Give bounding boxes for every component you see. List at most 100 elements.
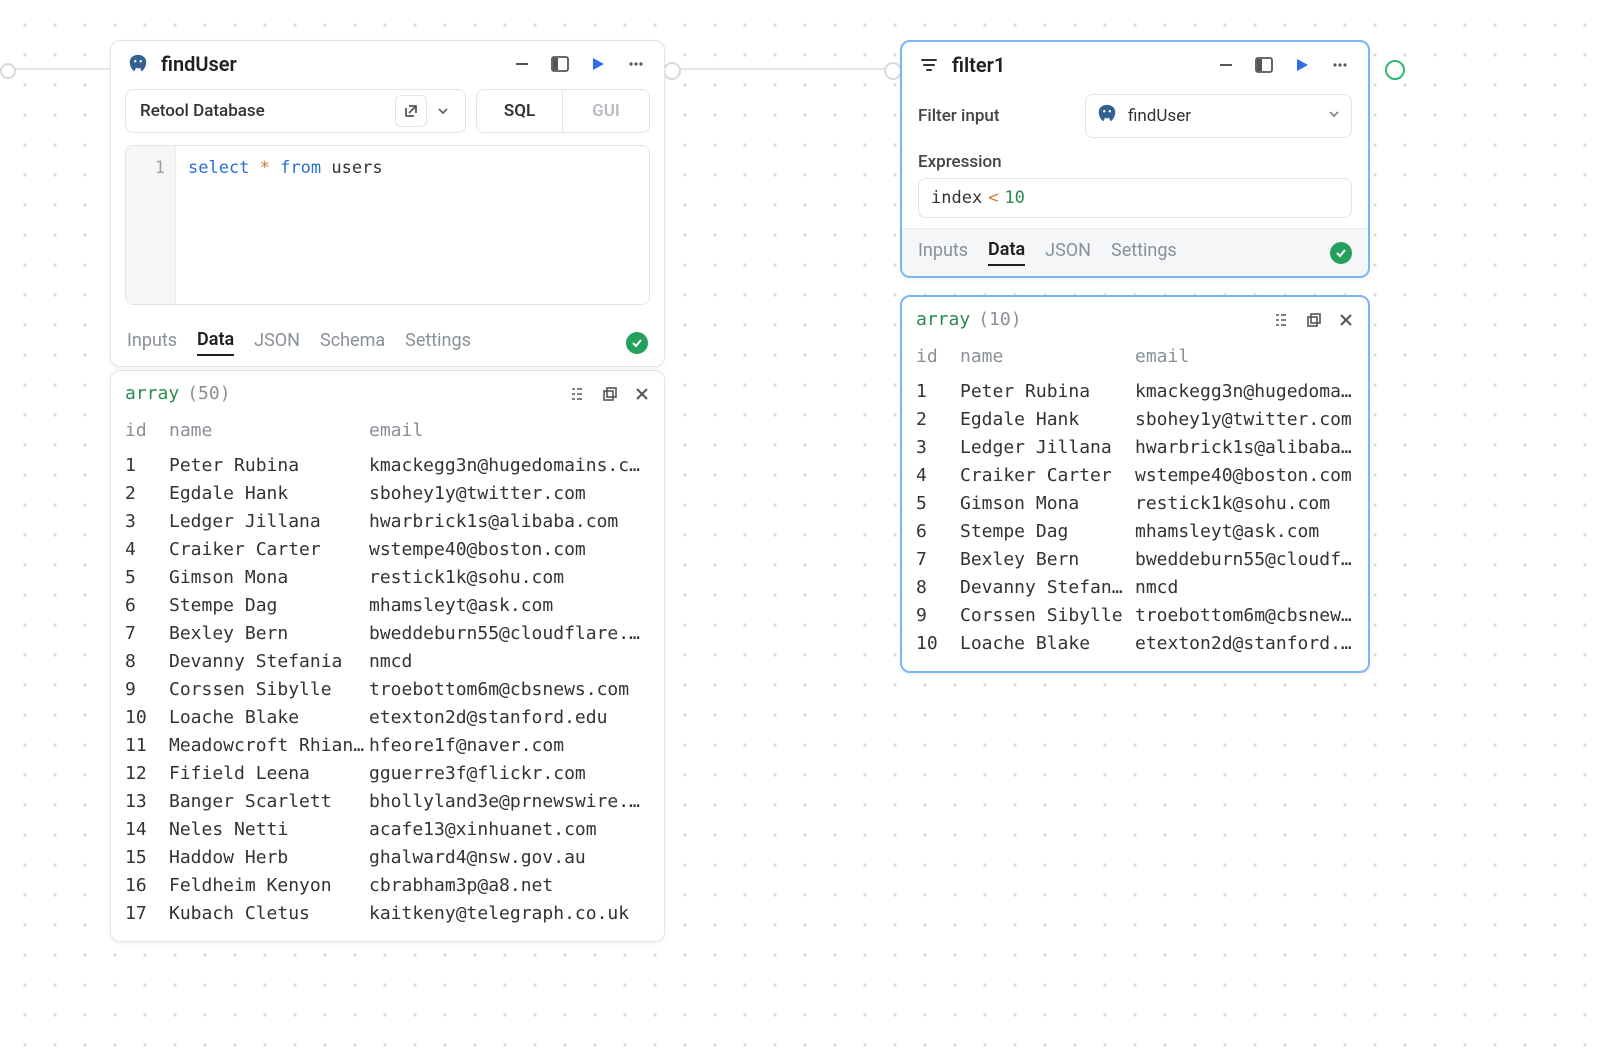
cell-name: Bexley Bern: [960, 549, 1135, 570]
tree-view-icon[interactable]: [568, 385, 586, 403]
node-findUser[interactable]: findUser Retool Database SQL GUI 1 selec…: [110, 40, 665, 367]
table-row[interactable]: 3Ledger Jillanahwarbrick1s@alibaba.c: [916, 433, 1354, 461]
cell-name: Meadowcroft Rhian…: [169, 735, 369, 756]
table-row[interactable]: 3Ledger Jillanahwarbrick1s@alibaba.com: [125, 507, 650, 535]
cell-email: kmackegg3n@hugedomain: [1135, 381, 1354, 402]
table-row[interactable]: 4Craiker Carterwstempe40@boston.com: [125, 535, 650, 563]
cell-email: hwarbrick1s@alibaba.com: [369, 511, 650, 532]
cell-name: Neles Netti: [169, 819, 369, 840]
tab-data[interactable]: Data: [988, 239, 1025, 266]
tab-settings[interactable]: Settings: [1111, 240, 1177, 265]
cell-id: 4: [125, 539, 169, 560]
table-row[interactable]: 1Peter Rubinakmackegg3n@hugedomains.c…: [125, 451, 650, 479]
result-tabs: Inputs Data JSON Settings: [902, 228, 1368, 276]
resource-name: Retool Database: [140, 101, 265, 121]
table-row[interactable]: 9Corssen Sibylletroebottom6m@cbsnews.: [916, 601, 1354, 629]
table-row[interactable]: 7Bexley Bernbweddeburn55@cloudflare.…: [125, 619, 650, 647]
table-row[interactable]: 17Kubach Cletuskaitkeny@telegraph.co.uk: [125, 899, 650, 927]
table-row[interactable]: 16Feldheim Kenyoncbrabham3p@a8.net: [125, 871, 650, 899]
cell-id: 16: [125, 875, 169, 896]
popout-icon[interactable]: [1306, 311, 1322, 329]
mode-toggle[interactable]: SQL GUI: [476, 89, 650, 133]
cell-name: Egdale Hank: [960, 409, 1135, 430]
cell-id: 15: [125, 847, 169, 868]
more-button[interactable]: [622, 51, 650, 77]
tab-schema[interactable]: Schema: [320, 330, 385, 355]
tab-data[interactable]: Data: [197, 329, 234, 356]
tab-json[interactable]: JSON: [1045, 240, 1091, 265]
table-row[interactable]: 1Peter Rubinakmackegg3n@hugedomain: [916, 377, 1354, 405]
popout-icon[interactable]: [602, 385, 618, 403]
table-row[interactable]: 2Egdale Hanksbohey1y@twitter.com: [916, 405, 1354, 433]
filter-input-value: findUser: [1128, 106, 1191, 126]
mode-gui[interactable]: GUI: [563, 90, 649, 132]
cell-name: Fifield Leena: [169, 763, 369, 784]
cell-email: sbohey1y@twitter.com: [1135, 409, 1354, 430]
minimize-button[interactable]: [1212, 52, 1240, 78]
sql-code[interactable]: select * from users: [176, 146, 395, 304]
cell-id: 13: [125, 791, 169, 812]
table-row[interactable]: 7Bexley Bernbweddeburn55@cloudfla: [916, 545, 1354, 573]
mode-sql[interactable]: SQL: [477, 90, 563, 132]
tab-inputs[interactable]: Inputs: [127, 330, 177, 355]
expression-input[interactable]: index < 10: [918, 178, 1352, 218]
close-icon[interactable]: [634, 385, 650, 403]
cell-id: 17: [125, 903, 169, 924]
table-row[interactable]: 11Meadowcroft Rhian…hfeore1f@naver.com: [125, 731, 650, 759]
chevron-down-icon[interactable]: [427, 95, 459, 127]
cell-name: Stempe Dag: [960, 521, 1135, 542]
table-row[interactable]: 15Haddow Herbghalward4@nsw.gov.au: [125, 843, 650, 871]
cell-email: etexton2d@stanford.edu: [369, 707, 650, 728]
table-row[interactable]: 10Loache Blakeetexton2d@stanford.ed: [916, 629, 1354, 657]
sql-editor[interactable]: 1 select * from users: [125, 145, 650, 305]
table-row[interactable]: 8Devanny Stefan…nmcd: [916, 573, 1354, 601]
table-row[interactable]: 12Fifield Leenagguerre3f@flickr.com: [125, 759, 650, 787]
cell-email: troebottom6m@cbsnews.com: [369, 679, 650, 700]
table-row[interactable]: 8Devanny Stefanianmcd: [125, 647, 650, 675]
run-button[interactable]: [1288, 52, 1316, 78]
cell-id: 12: [125, 763, 169, 784]
table-row[interactable]: 9Corssen Sibylletroebottom6m@cbsnews.com: [125, 675, 650, 703]
cell-name: Loache Blake: [169, 707, 369, 728]
postgres-icon: [1096, 103, 1118, 130]
table-row[interactable]: 5Gimson Monarestick1k@sohu.com: [916, 489, 1354, 517]
tab-json[interactable]: JSON: [254, 330, 300, 355]
filter-input-select[interactable]: findUser: [1085, 94, 1352, 138]
node-filter1[interactable]: filter1 Filter input findUser Expression…: [900, 40, 1370, 278]
run-button[interactable]: [584, 51, 612, 77]
status-success-icon: [1330, 242, 1352, 264]
cell-email: mhamsleyt@ask.com: [1135, 521, 1354, 542]
table-row[interactable]: 6Stempe Dagmhamsleyt@ask.com: [125, 591, 650, 619]
resource-select[interactable]: Retool Database: [125, 89, 466, 133]
cell-email: bweddeburn55@cloudflare.…: [369, 623, 650, 644]
table-row[interactable]: 13Banger Scarlettbhollyland3e@prnewswire…: [125, 787, 650, 815]
connector-in: [0, 68, 110, 70]
cell-email: wstempe40@boston.com: [369, 539, 650, 560]
tab-settings[interactable]: Settings: [405, 330, 471, 355]
filter-icon: [916, 52, 942, 78]
tree-view-icon[interactable]: [1272, 311, 1290, 329]
open-external-icon[interactable]: [395, 95, 427, 127]
cell-name: Banger Scarlett: [169, 791, 369, 812]
cell-name: Egdale Hank: [169, 483, 369, 504]
table-row[interactable]: 14Neles Nettiacafe13@xinhuanet.com: [125, 815, 650, 843]
filter1-results[interactable]: array (10) id name email 1Peter Rubinakm…: [900, 295, 1370, 673]
panel-toggle-button[interactable]: [546, 51, 574, 77]
cell-id: 6: [125, 595, 169, 616]
panel-toggle-button[interactable]: [1250, 52, 1278, 78]
findUser-results[interactable]: array (50) id name email 1Peter Rubinakm…: [110, 370, 665, 942]
cell-id: 3: [125, 511, 169, 532]
close-icon[interactable]: [1338, 311, 1354, 329]
table-row[interactable]: 5Gimson Monarestick1k@sohu.com: [125, 563, 650, 591]
more-button[interactable]: [1326, 52, 1354, 78]
table-row[interactable]: 6Stempe Dagmhamsleyt@ask.com: [916, 517, 1354, 545]
connector-mid: [665, 68, 900, 70]
table-row[interactable]: 10Loache Blakeetexton2d@stanford.edu: [125, 703, 650, 731]
connector-out-node[interactable]: [1385, 60, 1405, 80]
cell-id: 10: [125, 707, 169, 728]
minimize-button[interactable]: [508, 51, 536, 77]
tab-inputs[interactable]: Inputs: [918, 240, 968, 265]
result-count: (10): [978, 309, 1021, 330]
table-row[interactable]: 4Craiker Carterwstempe40@boston.com: [916, 461, 1354, 489]
table-row[interactable]: 2Egdale Hanksbohey1y@twitter.com: [125, 479, 650, 507]
